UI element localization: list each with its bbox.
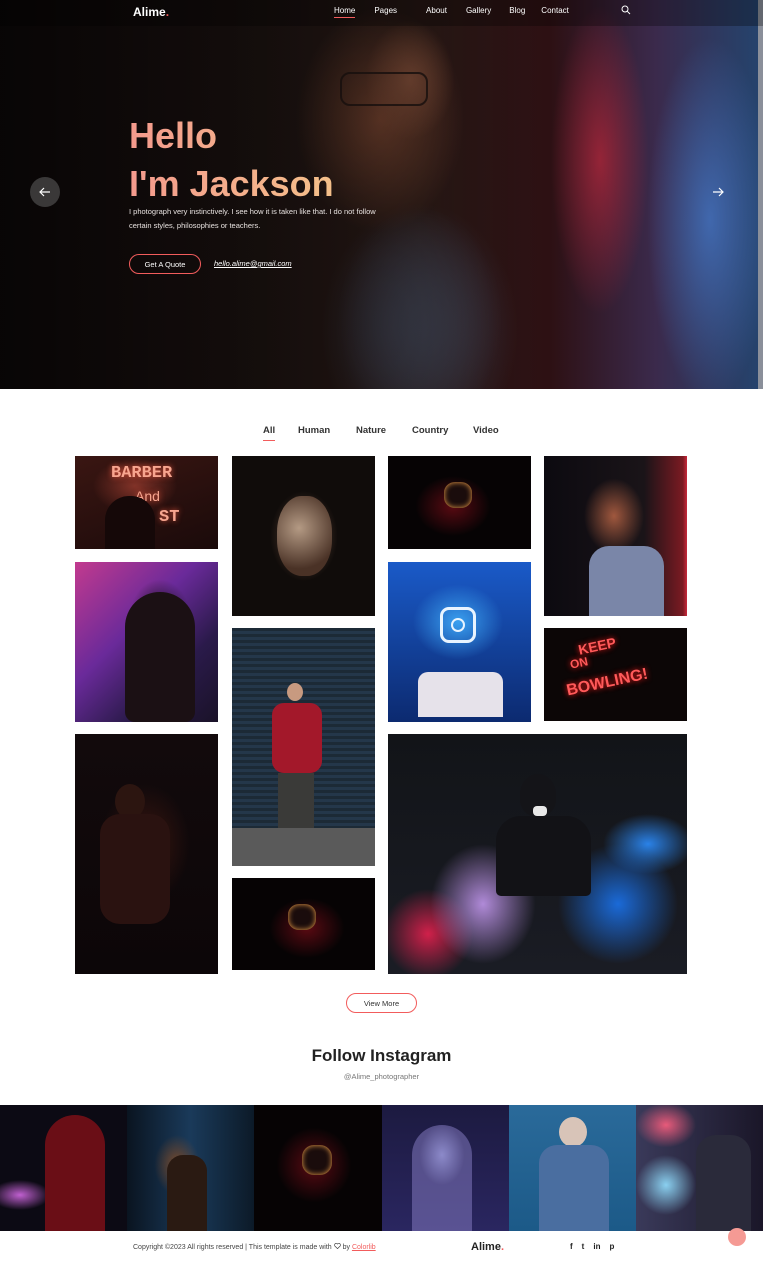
get-quote-button[interactable]: Get A Quote xyxy=(129,254,201,274)
man-crouching-photo[interactable] xyxy=(75,734,218,974)
site-logo[interactable]: Alime. xyxy=(133,5,169,19)
smoke-bomb-photo[interactable] xyxy=(388,734,687,974)
linkedin-icon[interactable]: in xyxy=(593,1242,600,1251)
woman-garage-photo[interactable] xyxy=(232,628,375,866)
arrow-right-icon xyxy=(713,187,724,197)
colorlib-link[interactable]: Colorlib xyxy=(352,1244,376,1251)
nav-blog-link[interactable]: Blog xyxy=(509,6,525,15)
instagram-feed xyxy=(0,1105,763,1231)
woman-blue-light-photo[interactable] xyxy=(381,1105,509,1231)
man-red-light-photo[interactable] xyxy=(544,456,687,616)
hero-heading: Hello I'm Jackson xyxy=(129,112,334,208)
gallery-filters: All Human Nature Country Video xyxy=(0,425,763,445)
nav-about-link[interactable]: About xyxy=(426,6,447,15)
slider-prev-button[interactable] xyxy=(30,177,60,207)
neon-sign-man-photo[interactable] xyxy=(635,1105,763,1231)
footer-logo[interactable]: Alime. xyxy=(471,1241,504,1253)
hero-description: I photograph very instinctively. I see h… xyxy=(129,207,376,230)
back-to-top-button[interactable] xyxy=(728,1228,746,1246)
purge-mask-photo-2[interactable] xyxy=(232,878,375,970)
instagram-handle[interactable]: @Alime_photographer xyxy=(0,1072,763,1081)
twitter-icon[interactable]: t xyxy=(582,1242,585,1251)
instagram-section-title: Follow Instagram xyxy=(311,1046,452,1065)
copyright-text: Copyright ©2023 All rights reserved | Th… xyxy=(133,1243,376,1251)
filter-human[interactable]: Human xyxy=(298,425,330,436)
top-navigation: Alime. Home Pages About Gallery Blog Con… xyxy=(0,0,763,26)
filter-video[interactable]: Video xyxy=(473,425,499,436)
red-hoodie-photo[interactable] xyxy=(0,1105,128,1231)
nav-home-link[interactable]: Home xyxy=(334,6,356,18)
bowling-neon-photo[interactable]: KEEP ON BOWLING! xyxy=(544,628,687,721)
purge-mask-photo-3[interactable] xyxy=(254,1105,382,1231)
email-link[interactable]: hello.alime@gmail.com xyxy=(214,259,292,268)
hero-name: I'm Jackson xyxy=(129,160,334,208)
nav-pages-link[interactable]: Pages xyxy=(374,6,397,15)
arrow-left-icon xyxy=(39,187,50,197)
nav-gallery-link[interactable]: Gallery xyxy=(466,6,491,15)
nav-contact-link[interactable]: Contact xyxy=(541,6,569,15)
facebook-icon[interactable]: f xyxy=(570,1242,573,1251)
hero-slider: Alime. Home Pages About Gallery Blog Con… xyxy=(0,0,763,389)
instagram-neon-photo[interactable] xyxy=(388,562,531,722)
woman-denim-photo[interactable] xyxy=(508,1105,636,1231)
social-links: f t in p xyxy=(570,1242,614,1251)
slider-next-button[interactable] xyxy=(703,177,733,207)
pinterest-icon[interactable]: p xyxy=(609,1242,614,1251)
curly-hair-portrait-photo[interactable] xyxy=(75,562,218,722)
purge-mask-photo[interactable] xyxy=(388,456,531,549)
footer: Copyright ©2023 All rights reserved | Th… xyxy=(0,1231,763,1264)
filter-all[interactable]: All xyxy=(263,425,276,441)
barber-neon-photo[interactable]: BARBER And ST xyxy=(75,456,218,549)
street-night-photo[interactable] xyxy=(127,1105,255,1231)
hero-greeting: Hello xyxy=(129,112,334,160)
filter-nature[interactable]: Nature xyxy=(356,425,386,436)
view-more-button[interactable]: View More xyxy=(346,993,417,1013)
main-menu: Home Pages About Gallery Blog Contact xyxy=(334,6,569,18)
filter-country[interactable]: Country xyxy=(412,425,448,436)
heart-icon xyxy=(333,1243,341,1250)
painted-face-photo[interactable] xyxy=(232,456,375,616)
search-icon[interactable] xyxy=(621,5,631,15)
